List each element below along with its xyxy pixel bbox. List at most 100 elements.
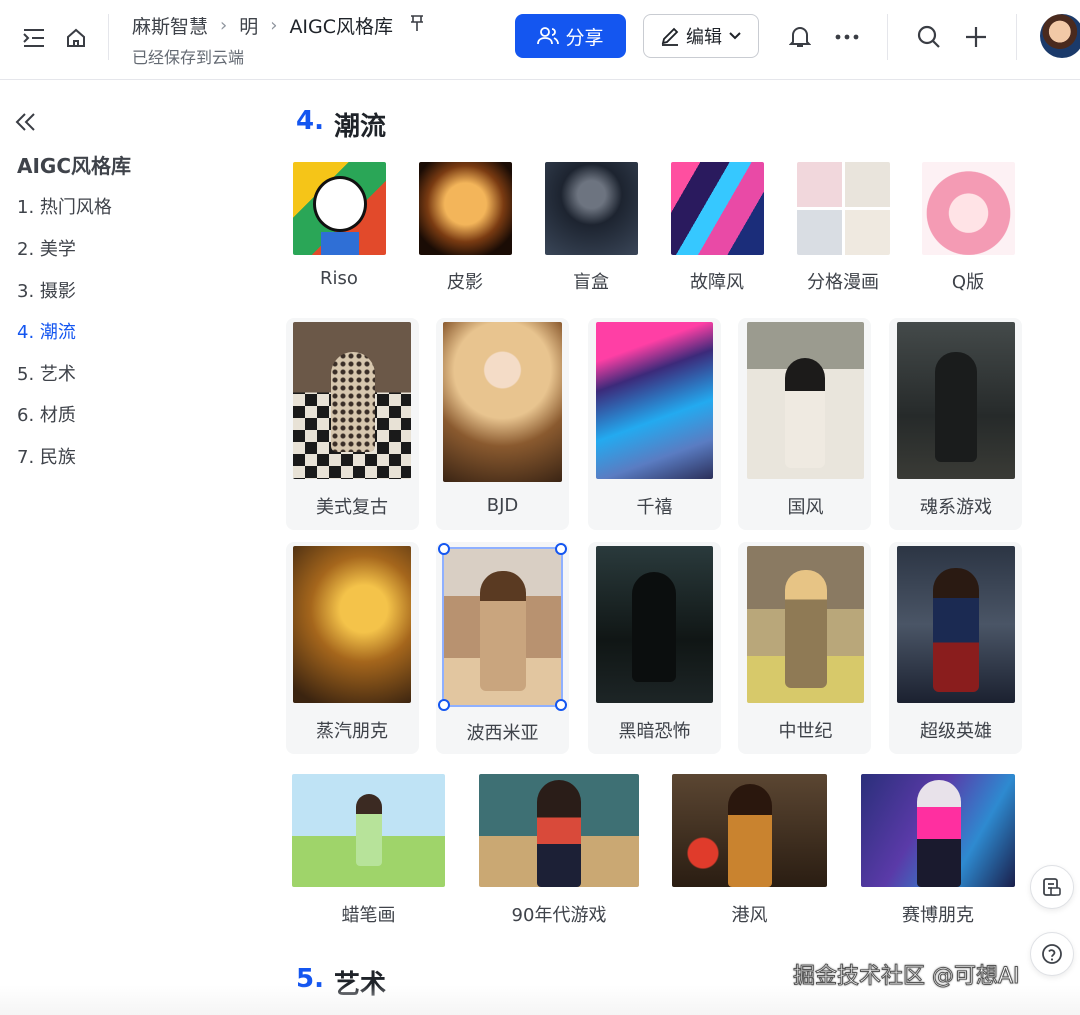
edit-label: 编辑 (686, 27, 722, 48)
resize-handle[interactable] (555, 699, 567, 711)
bell-icon[interactable] (786, 22, 814, 52)
style-label: Riso (320, 268, 358, 289)
style-card[interactable]: 超级英雄 (897, 546, 1015, 743)
save-status: 已经保存到云端 (132, 48, 245, 67)
pencil-icon (661, 27, 679, 46)
style-label: 盲盒 (573, 272, 609, 293)
comment-list-icon[interactable] (1030, 865, 1074, 909)
style-card[interactable]: 黑暗恐怖 (596, 546, 713, 743)
home-icon[interactable] (62, 24, 90, 52)
resize-handle[interactable] (438, 543, 450, 555)
style-card[interactable]: Riso (292, 162, 386, 289)
style-thumbnail (897, 546, 1015, 703)
toc-item[interactable]: 3. 摄影 (17, 277, 76, 303)
style-label: Q版 (951, 272, 985, 293)
help-icon[interactable] (1030, 932, 1074, 976)
plus-icon[interactable] (961, 22, 991, 52)
share-label: 分享 (565, 26, 604, 49)
style-thumbnail (292, 162, 386, 255)
style-card[interactable]: BJD (443, 322, 562, 516)
more-icon[interactable] (832, 22, 862, 52)
style-label: 皮影 (447, 272, 483, 293)
toc-item-active[interactable]: 4. 潮流 (17, 318, 76, 344)
style-card[interactable]: 港风 (672, 774, 827, 927)
style-card[interactable]: 赛博朋克 (861, 774, 1015, 927)
chevron-right-icon: › (270, 15, 278, 36)
users-icon (537, 27, 560, 45)
style-thumbnail (292, 774, 445, 887)
toc-item[interactable]: 6. 材质 (17, 401, 76, 427)
style-thumbnail (443, 322, 562, 482)
style-thumbnail (293, 546, 411, 703)
toc-item[interactable]: 1. 热门风格 (17, 193, 112, 219)
style-label: 分格漫画 (807, 272, 879, 293)
style-label: 波西米亚 (466, 723, 539, 744)
style-thumbnail (747, 546, 864, 703)
style-thumbnail (479, 774, 639, 887)
style-thumbnail (796, 162, 890, 255)
style-label: 故障风 (690, 272, 744, 293)
style-label: 超级英雄 (920, 721, 992, 742)
style-thumbnail (544, 162, 638, 255)
share-button[interactable]: 分享 (515, 14, 626, 58)
header-divider (108, 14, 109, 60)
breadcrumb-item[interactable]: 明 (239, 12, 258, 39)
style-thumbnail (442, 547, 563, 707)
style-card[interactable]: Q版 (921, 162, 1015, 294)
resize-handle[interactable] (438, 699, 450, 711)
top-bar: 麻斯智慧 › 明 › AIGC风格库 已经保存到云端 分享 编辑 (0, 0, 1080, 80)
style-label: 千禧 (636, 497, 673, 518)
toc-item[interactable]: 2. 美学 (17, 235, 76, 261)
style-thumbnail (596, 546, 713, 703)
toc-title[interactable]: AIGC风格库 (17, 150, 131, 179)
style-card[interactable]: 国风 (747, 322, 864, 519)
style-label: BJD (486, 495, 519, 516)
style-card[interactable]: 美式复古 (293, 322, 411, 519)
avatar[interactable] (1040, 14, 1080, 58)
style-thumbnail (293, 322, 411, 479)
breadcrumb-current[interactable]: AIGC风格库 (289, 12, 393, 39)
edit-button[interactable]: 编辑 (643, 14, 759, 58)
chevron-right-icon: › (220, 15, 228, 36)
style-card[interactable]: 皮影 (418, 162, 512, 294)
search-icon[interactable] (914, 22, 944, 52)
breadcrumb: 麻斯智慧 › 明 › AIGC风格库 (132, 12, 425, 39)
pin-icon[interactable] (409, 14, 425, 37)
style-card[interactable]: 90年代游戏 (479, 774, 639, 927)
style-card[interactable]: 蜡笔画 (292, 774, 445, 927)
style-thumbnail (596, 322, 713, 479)
section-title: 潮流 (333, 112, 386, 142)
table-of-contents: AIGC风格库 1. 热门风格 2. 美学 3. 摄影 4. 潮流 5. 艺术 … (0, 80, 270, 1015)
style-thumbnail (921, 162, 1015, 255)
watermark-text: 掘金技术社区 @可想AI (793, 964, 1021, 990)
style-thumbnail (672, 774, 827, 887)
style-label: 美式复古 (316, 497, 388, 518)
toc-item[interactable]: 7. 民族 (17, 443, 76, 469)
breadcrumb-item[interactable]: 麻斯智慧 (132, 12, 208, 39)
style-card[interactable]: 蒸汽朋克 (293, 546, 411, 743)
style-card[interactable]: 故障风 (670, 162, 764, 294)
style-thumbnail (747, 322, 864, 479)
style-thumbnail (418, 162, 512, 255)
style-card[interactable]: 盲盒 (544, 162, 638, 294)
style-card[interactable]: 中世纪 (747, 546, 864, 743)
style-card[interactable]: 魂系游戏 (897, 322, 1015, 519)
style-thumbnail (897, 322, 1015, 479)
resize-handle[interactable] (555, 543, 567, 555)
style-label: 赛博朋克 (902, 905, 974, 926)
chevron-down-icon (729, 32, 741, 40)
section-number: 4. (296, 106, 324, 136)
style-label: 90年代游戏 (511, 905, 607, 926)
style-card-selected[interactable]: 波西米亚 (442, 547, 563, 745)
toc-item[interactable]: 5. 艺术 (17, 360, 76, 386)
collapse-icon[interactable] (14, 110, 38, 134)
style-thumbnail (670, 162, 764, 255)
style-label: 蒸汽朋克 (316, 721, 388, 742)
style-label: 魂系游戏 (920, 497, 992, 518)
header-divider (887, 14, 888, 60)
style-label: 蜡笔画 (341, 905, 396, 926)
style-card[interactable]: 千禧 (596, 322, 713, 519)
style-card[interactable]: 分格漫画 (796, 162, 890, 294)
style-label: 中世纪 (778, 721, 833, 742)
sidebar-toggle-icon[interactable] (20, 24, 48, 52)
